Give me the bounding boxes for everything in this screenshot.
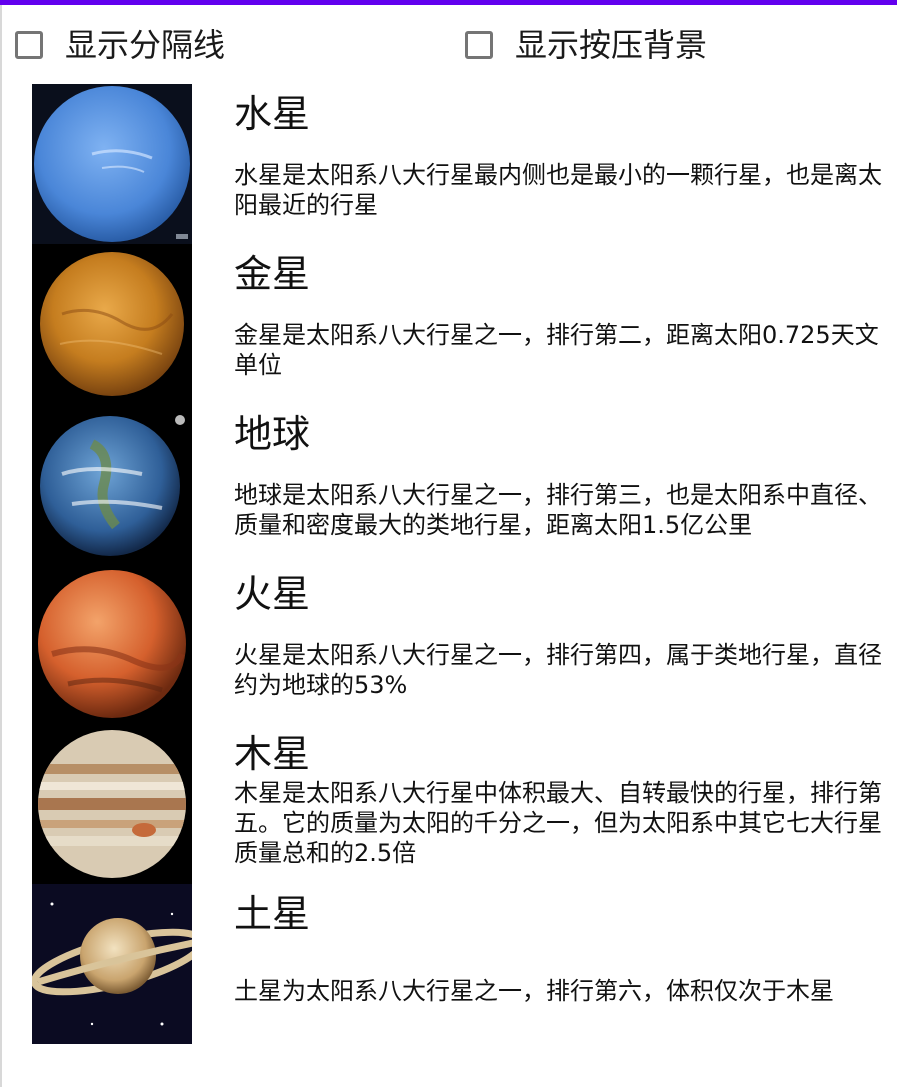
planet-description: 金星是太阳系八大行星之一，排行第二，距离太阳0.725天文单位 (234, 321, 879, 379)
planet-name: 土星 (234, 892, 311, 936)
show-press-bg-checkbox[interactable] (465, 31, 493, 59)
list-item[interactable]: 水星 水星是太阳系八大行星最内侧也是最小的一颗行星，也是离太阳最近的行星 (0, 84, 897, 244)
planet-description: 土星为太阳系八大行星之一，排行第六，体积仅次于木星 (234, 977, 834, 1005)
planet-name: 金星 (234, 252, 311, 296)
top-accent-bar (0, 0, 897, 5)
planet-image (32, 884, 192, 1044)
show-press-bg-label: 显示按压背景 (515, 26, 708, 64)
planet-image (32, 564, 192, 724)
show-press-bg-option[interactable]: 显示按压背景 (465, 24, 707, 66)
show-divider-label: 显示分隔线 (65, 26, 226, 64)
show-divider-checkbox[interactable] (15, 31, 43, 59)
list-item[interactable]: 木星 木星是太阳系八大行星中体积最大、自转最快的行星，排行第五。它的质量为太阳的… (0, 724, 897, 884)
planet-description: 火星是太阳系八大行星之一，排行第四，属于类地行星，直径约为地球的53% (234, 641, 882, 699)
show-divider-option[interactable]: 显示分隔线 (15, 24, 225, 66)
planet-description: 地球是太阳系八大行星之一，排行第三，也是太阳系中直径、质量和密度最大的类地行星，… (234, 481, 882, 539)
list-item[interactable]: 金星 金星是太阳系八大行星之一，排行第二，距离太阳0.725天文单位 (0, 244, 897, 404)
list-item[interactable]: 地球 地球是太阳系八大行星之一，排行第三，也是太阳系中直径、质量和密度最大的类地… (0, 404, 897, 564)
planet-list: 水星 水星是太阳系八大行星最内侧也是最小的一颗行星，也是离太阳最近的行星 金星 (0, 84, 897, 1044)
planet-name: 水星 (234, 92, 311, 136)
planet-image (32, 244, 192, 404)
planet-description: 水星是太阳系八大行星最内侧也是最小的一颗行星，也是离太阳最近的行星 (234, 161, 882, 219)
planet-image (32, 724, 192, 884)
planet-name: 木星 (234, 732, 311, 776)
list-item[interactable]: 土星 土星为太阳系八大行星之一，排行第六，体积仅次于木星 (0, 884, 897, 1044)
options-row: 显示分隔线 显示按压背景 (0, 24, 897, 66)
planet-description: 木星是太阳系八大行星中体积最大、自转最快的行星，排行第五。它的质量为太阳的千分之… (234, 779, 882, 867)
planet-image (32, 84, 192, 244)
planet-name: 地球 (234, 412, 311, 456)
planet-name: 火星 (234, 572, 311, 616)
list-item[interactable]: 火星 火星是太阳系八大行星之一，排行第四，属于类地行星，直径约为地球的53% (0, 564, 897, 724)
planet-image (32, 404, 192, 564)
